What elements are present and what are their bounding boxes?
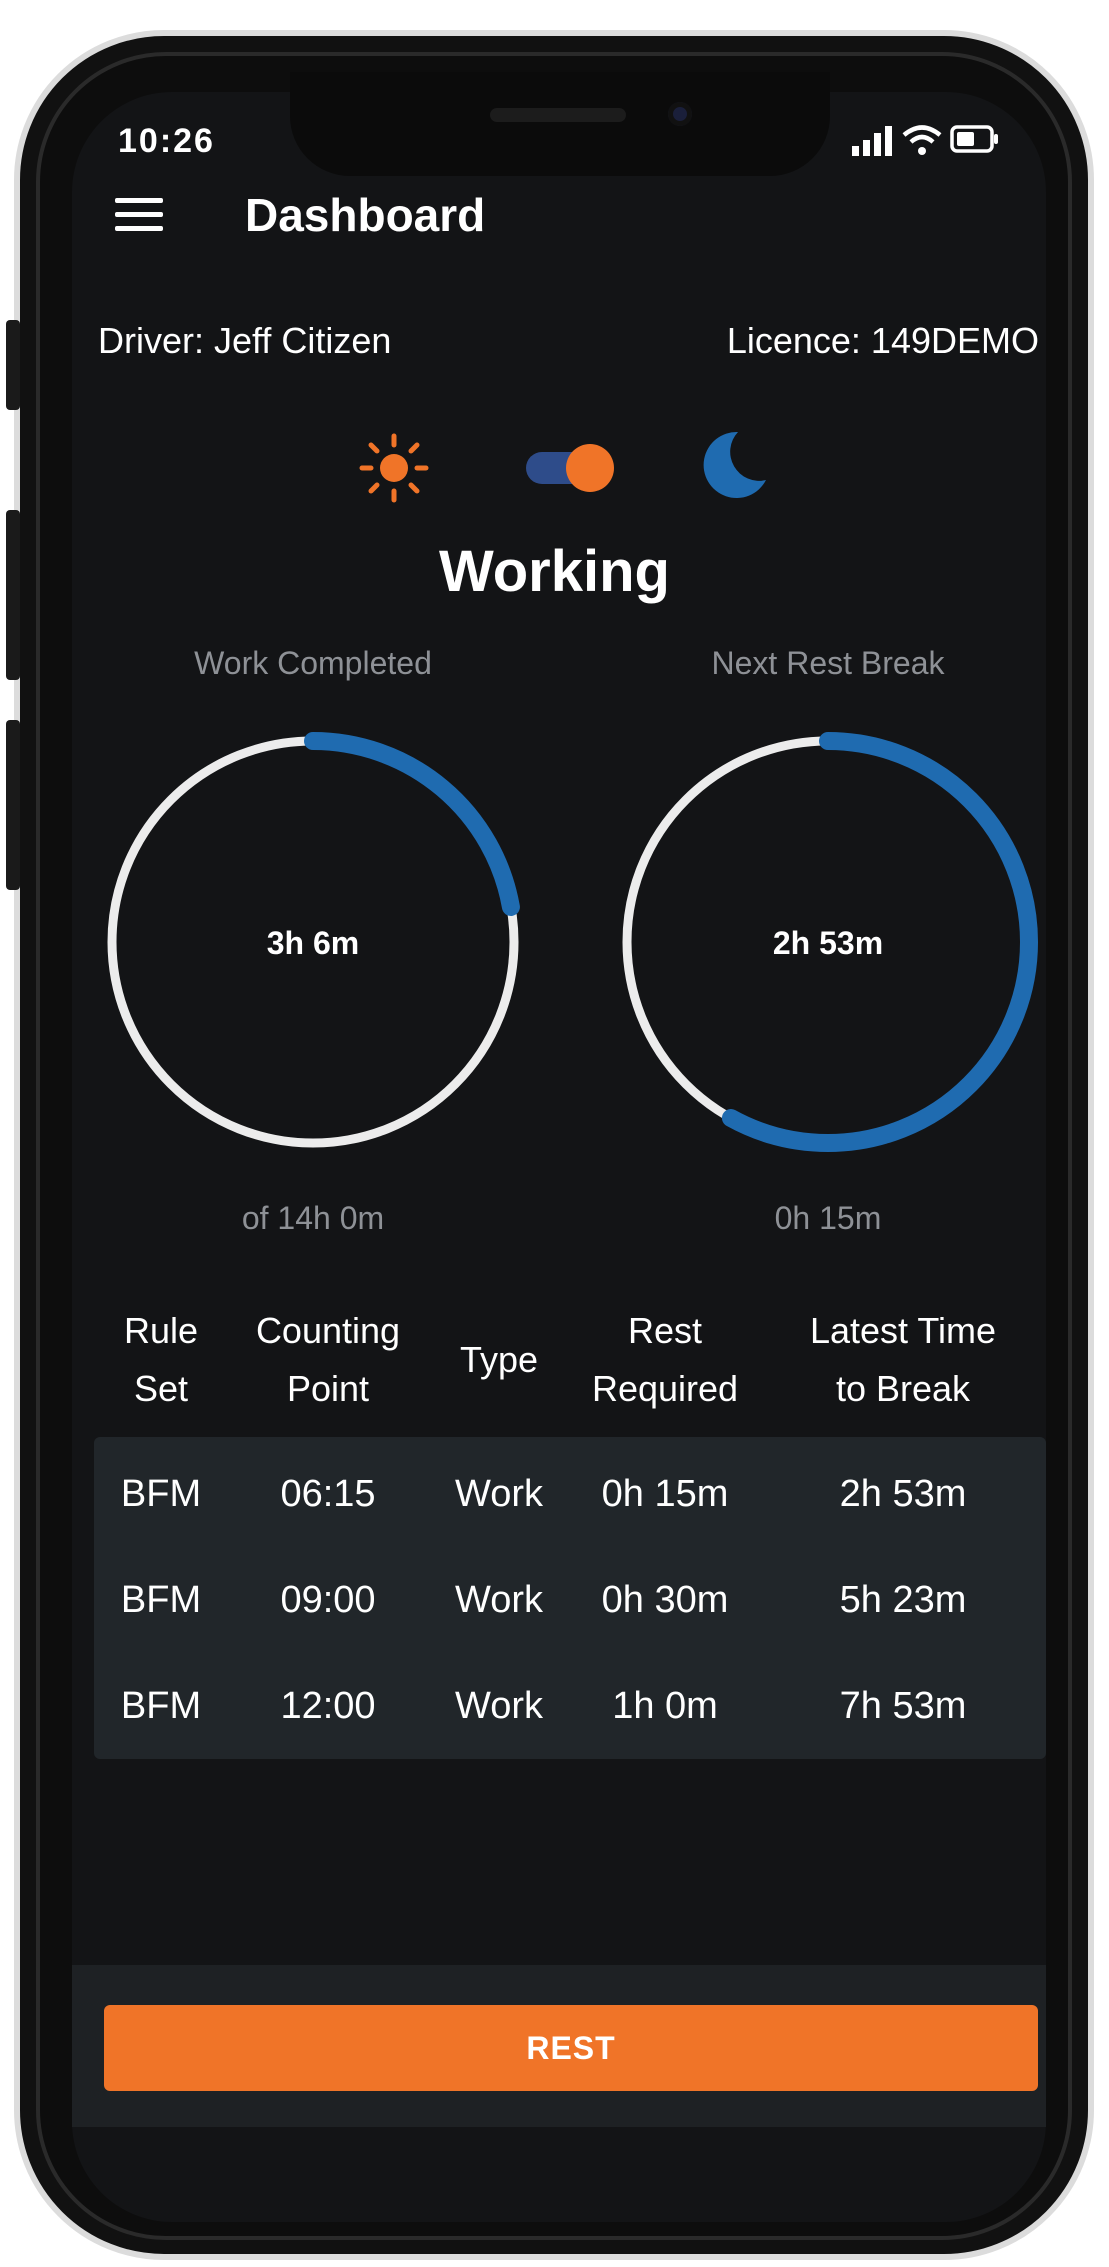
- phone-side-button: [6, 320, 20, 410]
- theme-toggle-switch[interactable]: [524, 442, 620, 494]
- work-completed-value: 3h 6m: [266, 925, 360, 961]
- cell-latest-time-to-break: 2h 53m: [839, 1473, 967, 1515]
- cell-latest-time-to-break: 5h 23m: [839, 1579, 967, 1621]
- cell-rest-required: 0h 15m: [601, 1473, 729, 1515]
- phone-speaker: [490, 108, 626, 122]
- cell-latest-time-to-break: 7h 53m: [839, 1685, 967, 1727]
- cell-rule-set: BFM: [120, 1579, 202, 1621]
- cell-rule-set: BFM: [120, 1473, 202, 1515]
- table-row[interactable]: BFM 09:00 Work 0h 30m 5h 23m: [94, 1547, 1046, 1653]
- column-header-rule-set: Rule Set: [123, 1310, 199, 1409]
- rules-table-header: Rule Set Counting Point Type Rest Requir…: [94, 1295, 1046, 1425]
- signal-bars-icon: [852, 126, 892, 156]
- status-time: 10:26: [118, 122, 215, 160]
- cell-counting-point: 12:00: [280, 1685, 376, 1727]
- table-row[interactable]: BFM 12:00 Work 1h 0m 7h 53m: [94, 1653, 1046, 1759]
- next-rest-break-value: 2h 53m: [772, 925, 884, 961]
- next-rest-break-duration: 0h 15m: [774, 1200, 882, 1236]
- column-header-type: Type: [459, 1339, 539, 1380]
- phone-camera: [668, 102, 692, 126]
- column-header-counting-point: Counting Point: [255, 1310, 401, 1409]
- cell-counting-point: 09:00: [280, 1579, 376, 1621]
- cell-type: Work: [455, 1685, 543, 1727]
- app-screen: [72, 92, 1046, 2222]
- column-header-latest-time-to-break: Latest Time to Break: [809, 1310, 997, 1409]
- gauge-title-next-rest-break: Next Rest Break: [711, 645, 945, 681]
- driver-name: Driver: Jeff Citizen: [98, 320, 392, 361]
- cell-rest-required: 1h 0m: [612, 1685, 718, 1727]
- phone-side-button: [6, 720, 20, 890]
- moon-icon[interactable]: [696, 428, 770, 502]
- cell-type: Work: [455, 1579, 543, 1621]
- cell-rest-required: 0h 30m: [601, 1579, 729, 1621]
- sun-icon[interactable]: [356, 430, 432, 506]
- column-header-rest-required: Rest Required: [591, 1310, 739, 1409]
- page-title: Dashboard: [245, 189, 486, 241]
- licence-number: Licence: 149DEMO: [726, 320, 1039, 361]
- rest-button[interactable]: REST: [104, 2005, 1038, 2091]
- rules-table-body: BFM 06:15 Work 0h 15m 2h 53m BFM 09:00 W…: [94, 1437, 1046, 1759]
- status-label: Working: [439, 539, 670, 604]
- cell-counting-point: 06:15: [280, 1473, 376, 1515]
- gauge-title-work-completed: Work Completed: [194, 645, 432, 681]
- cell-type: Work: [455, 1473, 543, 1515]
- table-row[interactable]: BFM 06:15 Work 0h 15m 2h 53m: [94, 1441, 1046, 1547]
- work-completed-total: of 14h 0m: [241, 1200, 385, 1236]
- phone-notch: [290, 72, 830, 176]
- wifi-icon: [902, 125, 942, 155]
- cell-rule-set: BFM: [120, 1685, 202, 1727]
- battery-icon: [950, 125, 998, 153]
- hamburger-menu-icon[interactable]: [115, 198, 163, 234]
